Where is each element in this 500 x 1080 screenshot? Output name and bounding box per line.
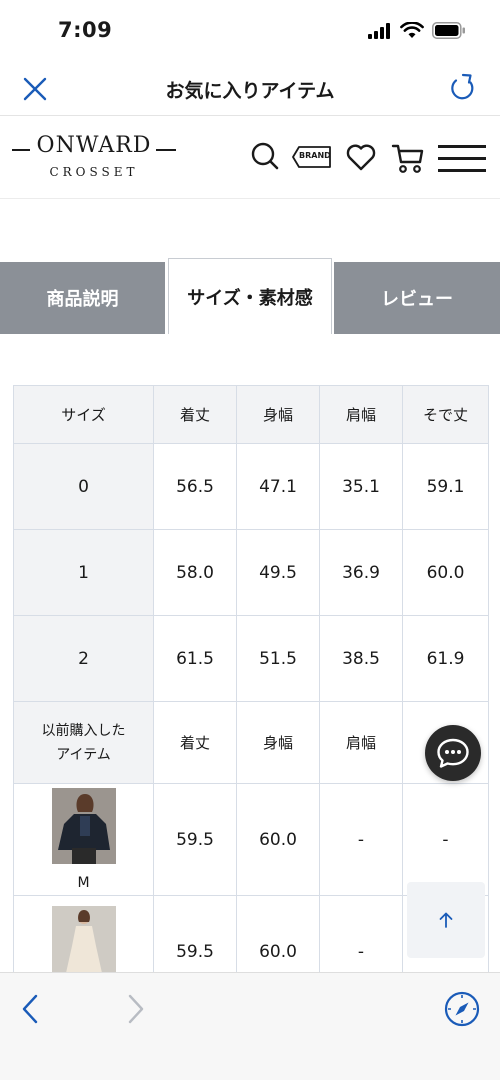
chat-bubble-icon bbox=[437, 738, 469, 768]
header-cell: 肩幅 bbox=[319, 385, 403, 444]
reload-icon bbox=[451, 73, 474, 100]
browser-toolbar bbox=[0, 972, 500, 1080]
header-cell: サイズ bbox=[13, 385, 154, 444]
previous-item-cell[interactable]: M bbox=[13, 783, 154, 896]
status-bar: 7:09 bbox=[0, 0, 500, 62]
battery-icon bbox=[432, 22, 465, 39]
reload-button[interactable] bbox=[448, 72, 478, 104]
product-thumbnail[interactable] bbox=[51, 788, 116, 864]
arrow-up-icon bbox=[439, 912, 453, 928]
table-row: 1 58.0 49.5 36.9 60.0 bbox=[13, 529, 489, 616]
size-cell: 1 bbox=[13, 529, 154, 616]
page-title: お気に入りアイテム bbox=[165, 80, 335, 102]
value-cell: 58.0 bbox=[153, 529, 237, 616]
webview-nav-bar: お気に入りアイテム bbox=[0, 62, 500, 116]
logo-sub-text: CROSSET bbox=[49, 165, 139, 179]
forward-button[interactable] bbox=[126, 993, 146, 1029]
tab-description[interactable]: 商品説明 bbox=[0, 262, 165, 334]
previous-items-label: 以前購入した アイテム bbox=[13, 701, 154, 784]
tab-label: サイズ・素材感 bbox=[187, 287, 313, 309]
wifi-icon bbox=[400, 22, 424, 38]
value-cell: 47.1 bbox=[236, 443, 320, 530]
previous-item-row: M 59.5 60.0 - - bbox=[13, 783, 489, 896]
header-cell: 身幅 bbox=[236, 385, 320, 444]
value-cell: 61.9 bbox=[402, 615, 489, 702]
header-cell: 着丈 bbox=[153, 701, 237, 784]
size-cell: 0 bbox=[13, 443, 154, 530]
value-cell: 56.5 bbox=[153, 443, 237, 530]
size-table-header-row: サイズ 着丈 身幅 肩幅 そで丈 bbox=[13, 385, 489, 444]
header-cell: そで丈 bbox=[402, 385, 489, 444]
chevron-left-icon bbox=[22, 994, 38, 1024]
table-row: 0 56.5 47.1 35.1 59.1 bbox=[13, 443, 489, 530]
cart-button[interactable] bbox=[391, 142, 425, 180]
cellular-signal-icon bbox=[368, 22, 390, 39]
previous-items-label-line2: アイテム bbox=[56, 746, 111, 763]
header-cell: 着丈 bbox=[153, 385, 237, 444]
value-cell: - bbox=[319, 783, 403, 896]
site-header: ONWARD CROSSET BRAND bbox=[0, 117, 500, 199]
value-cell: 51.5 bbox=[236, 615, 320, 702]
value-cell: 38.5 bbox=[319, 615, 403, 702]
table-row: 2 61.5 51.5 38.5 61.9 bbox=[13, 615, 489, 702]
site-logo[interactable]: ONWARD CROSSET bbox=[12, 133, 182, 193]
value-cell: 59.1 bbox=[402, 443, 489, 530]
search-button[interactable] bbox=[250, 141, 280, 177]
back-button[interactable] bbox=[20, 993, 40, 1029]
value-cell: 60.0 bbox=[236, 783, 320, 896]
product-image-dress bbox=[51, 906, 116, 982]
product-image-jacket bbox=[51, 788, 116, 864]
product-size: M bbox=[77, 875, 90, 891]
status-icons bbox=[368, 22, 466, 39]
value-cell: 59.5 bbox=[153, 783, 237, 896]
size-cell: 2 bbox=[13, 615, 154, 702]
tab-review[interactable]: レビュー bbox=[334, 262, 500, 334]
value-cell: 60.0 bbox=[402, 529, 489, 616]
brand-button[interactable]: BRAND bbox=[292, 145, 332, 173]
compass-icon bbox=[444, 991, 480, 1027]
value-cell: 61.5 bbox=[153, 615, 237, 702]
value-cell: - bbox=[402, 783, 489, 896]
tab-label: 商品説明 bbox=[46, 289, 119, 310]
status-time: 7:09 bbox=[58, 18, 113, 42]
heart-icon bbox=[346, 144, 376, 171]
product-tabs: 商品説明 サイズ・素材感 レビュー bbox=[0, 258, 500, 334]
search-icon bbox=[251, 142, 279, 170]
menu-button[interactable] bbox=[438, 144, 486, 178]
cart-icon bbox=[391, 144, 424, 173]
logo-line-right bbox=[156, 149, 176, 151]
hamburger-menu-icon bbox=[438, 145, 486, 172]
previous-items-header-row: 以前購入した アイテム 着丈 身幅 肩幅 bbox=[13, 701, 489, 784]
header-cell: 肩幅 bbox=[319, 701, 403, 784]
chevron-right-icon bbox=[128, 994, 144, 1024]
favorites-button[interactable] bbox=[346, 144, 376, 175]
open-in-safari-button[interactable] bbox=[444, 991, 480, 1031]
value-cell: 36.9 bbox=[319, 529, 403, 616]
tab-size-material[interactable]: サイズ・素材感 bbox=[168, 258, 332, 334]
previous-items-label-line1: 以前購入した bbox=[41, 722, 126, 739]
brand-label: BRAND bbox=[299, 151, 331, 160]
value-cell: 35.1 bbox=[319, 443, 403, 530]
logo-main-text: ONWARD bbox=[36, 133, 152, 158]
header-cell: 身幅 bbox=[236, 701, 320, 784]
product-thumbnail[interactable] bbox=[51, 906, 116, 982]
tab-label: レビュー bbox=[381, 289, 453, 310]
value-cell: 49.5 bbox=[236, 529, 320, 616]
chat-button[interactable] bbox=[425, 725, 481, 781]
scroll-to-top-button[interactable] bbox=[407, 882, 485, 958]
